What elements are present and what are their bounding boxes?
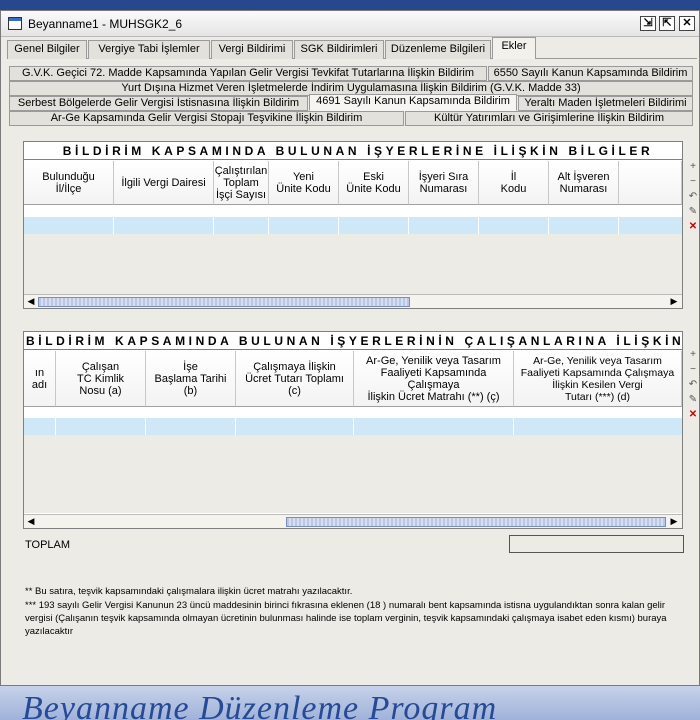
delete-icon[interactable]: ✕	[687, 409, 699, 420]
scroll-left-icon[interactable]: ◀	[25, 516, 37, 527]
col-vergi-dairesi[interactable]: İlgili Vergi Dairesi	[114, 161, 214, 205]
isyeri-grid-title: BİLDİRİM KAPSAMINDA BULUNAN İŞYERLERİNE …	[24, 142, 682, 160]
scroll-left-icon[interactable]: ◀	[25, 296, 37, 307]
scroll-thumb[interactable]	[38, 297, 410, 307]
subtab-ar-ge[interactable]: Ar-Ge Kapsamında Gelir Vergisi Stopajı T…	[9, 111, 404, 126]
tab-duzenleme-bilgileri[interactable]: Düzenleme Bilgileri	[385, 40, 491, 59]
calisan-grid-title: BİLDİRİM KAPSAMINDA BULUNAN İŞYERLERİNİN…	[24, 332, 682, 350]
edit-icon[interactable]: ✎	[687, 394, 699, 405]
restore-icon[interactable]: ⇲	[640, 16, 656, 31]
add-row-icon[interactable]: +	[687, 349, 699, 360]
scroll-thumb[interactable]	[286, 517, 666, 527]
col-alt-isveren-no[interactable]: Alt İşveren Numarası	[549, 161, 619, 205]
main-tab-bar: Genel Bilgiler Vergiye Tabi İşlemler Ver…	[7, 37, 697, 60]
isyeri-hscrollbar[interactable]: ◀ ▶	[24, 294, 682, 308]
app-window: Beyanname1 - MUHSGK2_6 ⇲ ⇱ ✕ Genel Bilgi…	[0, 10, 700, 686]
undo-icon[interactable]: ↶	[687, 191, 699, 202]
edit-icon[interactable]: ✎	[687, 206, 699, 217]
total-value-field	[509, 535, 684, 553]
col-ucret-matrahi[interactable]: Ar-Ge, Yenilik veya Tasarım Faaliyeti Ka…	[354, 351, 514, 407]
col-isyeri-sira-no[interactable]: İşyeri Sıra Numarası	[409, 161, 479, 205]
calisan-header-row: ın adı Çalışan TC Kimlik Nosu (a) İşe Ba…	[24, 351, 682, 407]
delete-icon[interactable]: ✕	[687, 221, 699, 232]
tab-sgk-bildirimleri[interactable]: SGK Bildirimleri	[294, 40, 384, 59]
subtab-gvk-gecici-72[interactable]: G.V.K. Geçici 72. Madde Kapsamında Yapıl…	[9, 66, 487, 81]
isyeri-side-toolbar: + − ↶ ✎ ✕	[687, 161, 700, 241]
subtab-kultur-yatirimlari[interactable]: Kültür Yatırımları ve Girişimlerine İliş…	[405, 111, 693, 126]
scroll-right-icon[interactable]: ▶	[668, 296, 680, 307]
isyeri-grid-body	[24, 234, 682, 302]
calisan-grid-body	[24, 435, 682, 513]
footnote-2: *** 193 sayılı Gelir Vergisi Kanunun 23 …	[25, 600, 667, 637]
subtab-yeralti-maden[interactable]: Yeraltı Maden İşletmeleri Bildirimi	[518, 96, 693, 111]
maximize-icon[interactable]: ⇱	[659, 16, 675, 31]
tab-vergiye-tabi-islemler[interactable]: Vergiye Tabi İşlemler	[88, 40, 210, 59]
calisan-hscrollbar[interactable]: ◀ ▶	[24, 514, 682, 528]
table-row[interactable]	[24, 418, 682, 435]
col-kesilen-vergi[interactable]: Ar-Ge, Yenilik veya Tasarım Faaliyeti Ka…	[514, 351, 682, 407]
total-label: TOPLAM	[25, 539, 71, 551]
undo-icon[interactable]: ↶	[687, 379, 699, 390]
footnote-1: ** Bu satıra, teşvik kapsamındaki çalışm…	[25, 586, 353, 597]
table-row[interactable]	[24, 217, 682, 234]
col-il-ilce[interactable]: Bulunduğu İl/İlçe	[24, 161, 114, 205]
tab-ekler[interactable]: Ekler	[492, 37, 536, 60]
subtab-4691[interactable]: 4691 Sayılı Kanun Kapsamında Bildirim	[309, 94, 517, 111]
subtab-6550[interactable]: 6550 Sayılı Kanun Kapsamında Bildirim	[488, 66, 693, 81]
window-title: Beyanname1 - MUHSGK2_6	[28, 17, 183, 31]
calisan-side-toolbar: + − ↶ ✎ ✕	[687, 349, 700, 429]
remove-row-icon[interactable]: −	[687, 176, 699, 187]
col-empty	[619, 161, 682, 205]
tab-vergi-bildirimi[interactable]: Vergi Bildirimi	[211, 40, 293, 59]
col-il-kodu[interactable]: İl Kodu	[479, 161, 549, 205]
isyeri-grid: BİLDİRİM KAPSAMINDA BULUNAN İŞYERLERİNE …	[23, 141, 683, 309]
background-banner: Beyanname Düzenleme Program	[0, 686, 700, 720]
subtab-serbest-bolgeler[interactable]: Serbest Bölgelerde Gelir Vergisi İstisna…	[9, 96, 308, 111]
tab-genel-bilgiler[interactable]: Genel Bilgiler	[7, 40, 87, 59]
calisan-grid: BİLDİRİM KAPSAMINDA BULUNAN İŞYERLERİNİN…	[23, 331, 683, 529]
col-tc-kimlik-no[interactable]: Çalışan TC Kimlik Nosu (a)	[56, 351, 146, 407]
col-adi[interactable]: ın adı	[24, 351, 56, 407]
background-banner-text: Beyanname Düzenleme Program	[22, 690, 498, 720]
isyeri-header-row: Bulunduğu İl/İlçe İlgili Vergi Dairesi Ç…	[24, 161, 682, 205]
add-row-icon[interactable]: +	[687, 161, 699, 172]
remove-row-icon[interactable]: −	[687, 364, 699, 375]
col-ise-baslama-tarihi[interactable]: İşe Başlama Tarihi (b)	[146, 351, 236, 407]
scroll-right-icon[interactable]: ▶	[668, 516, 680, 527]
col-eski-unite-kodu[interactable]: Eski Ünite Kodu	[339, 161, 409, 205]
col-isci-sayisi[interactable]: Çalıştırılan Toplam İşçi Sayısı	[214, 161, 269, 205]
col-yeni-unite-kodu[interactable]: Yeni Ünite Kodu	[269, 161, 339, 205]
window-icon	[8, 17, 22, 30]
col-ucret-tutari[interactable]: Çalışmaya İlişkin Ücret Tutarı Toplamı (…	[236, 351, 354, 407]
close-icon[interactable]: ✕	[679, 16, 695, 31]
title-bar: Beyanname1 - MUHSGK2_6 ⇲ ⇱ ✕	[1, 11, 699, 37]
